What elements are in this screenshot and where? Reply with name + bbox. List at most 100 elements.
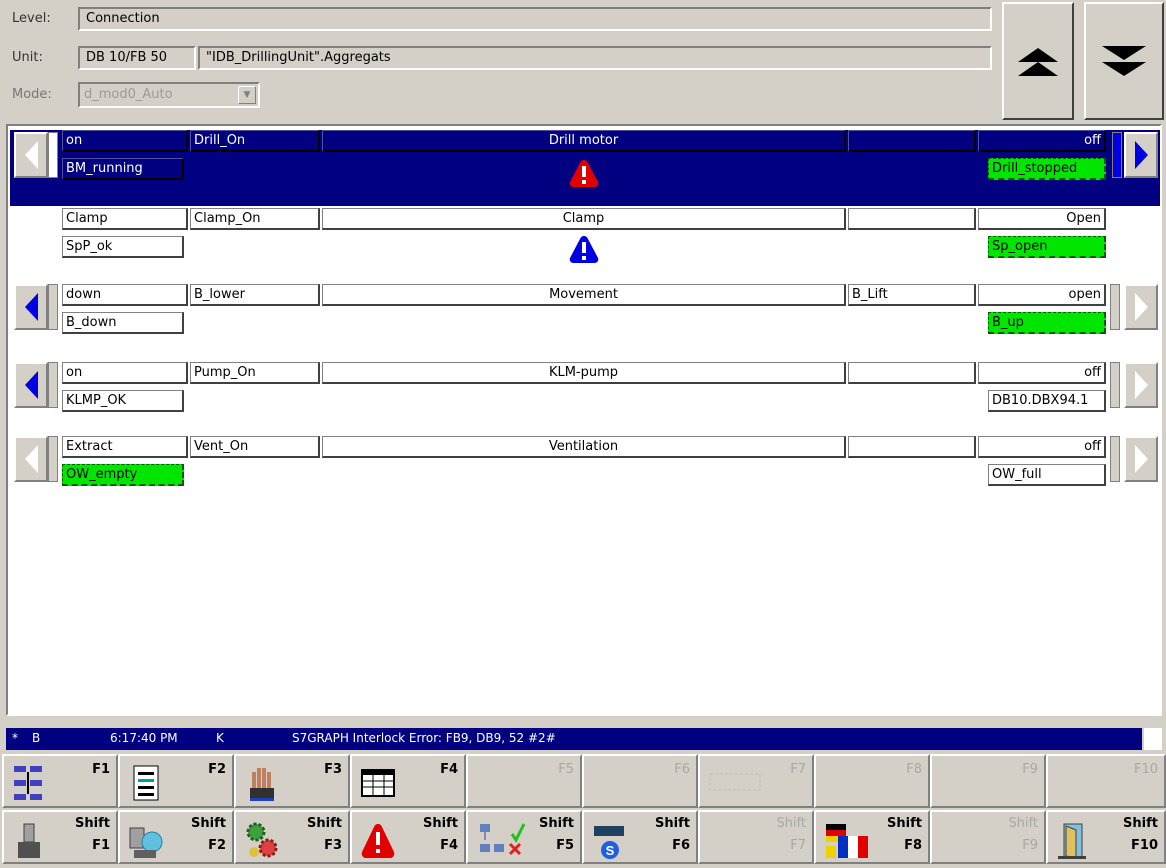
f3-key[interactable]: F3 — [234, 754, 350, 808]
shift-f9-label: F9 — [1022, 838, 1038, 853]
unit-label: Unit: — [12, 50, 43, 65]
cell-description: Movement — [322, 284, 846, 306]
cell-sub-left: KLMP_OK — [62, 390, 184, 412]
function-key-bar: F1 F2 F3 F4 F5 F6 F7 F8 F9 F10 — [2, 754, 1166, 810]
cell-description: KLM-pump — [322, 362, 846, 384]
exit-door-icon — [1058, 823, 1086, 859]
chevron-left-icon — [25, 293, 38, 321]
f2-key[interactable]: F2 — [118, 754, 234, 808]
shift-f5-shift: Shift — [539, 816, 574, 831]
shift-f7-label: F7 — [790, 838, 806, 853]
shift-f5-key[interactable]: Shift F5 — [466, 810, 582, 864]
shift-f6-key[interactable]: S Shift F6 — [582, 810, 698, 864]
nav-right-button[interactable] — [1124, 362, 1158, 408]
cell-command: Pump_On — [190, 362, 320, 384]
shift-f5-label: F5 — [556, 838, 574, 853]
shift-f10-key[interactable]: Shift F10 — [1046, 810, 1166, 864]
nav-left-button[interactable] — [14, 284, 48, 330]
list-row-drill-motor[interactable]: on Drill_On Drill motor off BM_running D… — [10, 130, 1160, 206]
list-row-klm-pump[interactable]: on Pump_On KLM-pump off KLMP_OK DB10.DBX… — [10, 362, 1160, 422]
shift-f4-key[interactable]: Shift F4 — [350, 810, 466, 864]
first-page-button[interactable] — [1002, 2, 1074, 120]
shift-f3-key[interactable]: Shift F3 — [234, 810, 350, 864]
shift-f10-label: F10 — [1131, 838, 1158, 853]
alarm-status-bar[interactable]: * B 6:17:40 PM K S7GRAPH Interlock Error… — [6, 728, 1142, 750]
f6-key[interactable]: F6 — [582, 754, 698, 808]
list-row-clamp[interactable]: Clamp Clamp_On Clamp Open SpP_ok Sp_open — [10, 208, 1160, 268]
f3-label: F3 — [324, 762, 342, 777]
double-down-arrow-icon — [1102, 46, 1146, 76]
disabled-grid-icon — [709, 773, 761, 791]
cell-sub-right: Drill_stopped — [988, 158, 1106, 180]
shift-f4-shift: Shift — [423, 816, 458, 831]
nav-right-button[interactable] — [1124, 284, 1158, 330]
warning-icon — [569, 236, 599, 263]
cell-sub-left: OW_empty — [62, 464, 184, 486]
unit-db-field: DB 10/FB 50 — [78, 46, 196, 70]
shift-f9-key[interactable]: Shift F9 — [930, 810, 1046, 864]
shift-f4-label: F4 — [440, 838, 458, 853]
cell-command2 — [848, 208, 976, 230]
chevron-left-icon — [25, 371, 38, 399]
cell-sub-right: B_up — [988, 312, 1106, 334]
chevron-down-icon[interactable]: ▼ — [238, 86, 256, 104]
status-end — [1144, 728, 1162, 750]
f10-key[interactable]: F10 — [1046, 754, 1166, 808]
cell-state2: off — [978, 436, 1106, 458]
f5-label: F5 — [558, 762, 574, 777]
cell-sub-left: SpP_ok — [62, 236, 184, 258]
cell-state: on — [62, 130, 188, 152]
cell-state2: off — [978, 362, 1106, 384]
cell-state: Extract — [62, 436, 188, 458]
f5-key[interactable]: F5 — [466, 754, 582, 808]
shift-f7-key[interactable]: Shift F7 — [698, 810, 814, 864]
nav-right-button[interactable] — [1124, 132, 1158, 178]
language-flags-icon — [826, 824, 868, 858]
cell-state2: off — [978, 130, 1106, 152]
shift-f2-key[interactable]: Shift F2 — [118, 810, 234, 864]
cell-command2 — [848, 436, 976, 458]
nav-left-button[interactable] — [14, 436, 48, 482]
shift-f3-label: F3 — [324, 838, 342, 853]
list-row-ventilation[interactable]: Extract Vent_On Ventilation off OW_empty… — [10, 436, 1160, 496]
shift-f1-key[interactable]: Shift F1 — [2, 810, 118, 864]
cell-command: B_lower — [190, 284, 320, 306]
row-separator — [48, 132, 58, 178]
f4-key[interactable]: F4 — [350, 754, 466, 808]
f2-label: F2 — [208, 762, 226, 777]
f9-key[interactable]: F9 — [930, 754, 1046, 808]
status-class: B — [32, 731, 41, 745]
cell-command: Drill_On — [190, 130, 320, 152]
list-row-movement[interactable]: down B_lower Movement B_Lift open B_down… — [10, 284, 1160, 344]
machine-icon — [18, 823, 40, 858]
step7-icon: S — [594, 826, 624, 859]
shift-f8-key[interactable]: Shift F8 — [814, 810, 930, 864]
row-separator — [1112, 132, 1122, 178]
f7-key[interactable]: F7 — [698, 754, 814, 808]
shift-f1-shift: Shift — [75, 816, 110, 831]
warning-icon — [569, 160, 599, 187]
level-field: Connection — [78, 7, 992, 31]
f10-label: F10 — [1133, 762, 1158, 777]
mode-select[interactable]: d_mod0_Auto ▼ — [78, 82, 260, 108]
cell-command2: B_Lift — [848, 284, 976, 306]
shift-f2-label: F2 — [208, 838, 226, 853]
cell-sub-left: BM_running — [62, 158, 184, 180]
mode-label: Mode: — [12, 87, 52, 102]
hand-icon — [250, 768, 274, 801]
f1-key[interactable]: F1 — [2, 754, 118, 808]
table-view-icon — [361, 769, 395, 797]
cell-command2 — [848, 130, 976, 152]
cell-sub-right: OW_full — [988, 464, 1106, 486]
status-message: S7GRAPH Interlock Error: FB9, DB9, 52 #2… — [292, 731, 556, 745]
cell-state: down — [62, 284, 188, 306]
f8-key[interactable]: F8 — [814, 754, 930, 808]
warning-icon — [361, 824, 395, 858]
f7-label: F7 — [790, 762, 806, 777]
nav-right-button[interactable] — [1124, 436, 1158, 482]
chevron-right-icon — [1135, 445, 1148, 473]
nav-left-button[interactable] — [14, 132, 48, 178]
status-time: 6:17:40 PM — [110, 731, 178, 745]
nav-left-button[interactable] — [14, 362, 48, 408]
last-page-button[interactable] — [1084, 2, 1164, 120]
